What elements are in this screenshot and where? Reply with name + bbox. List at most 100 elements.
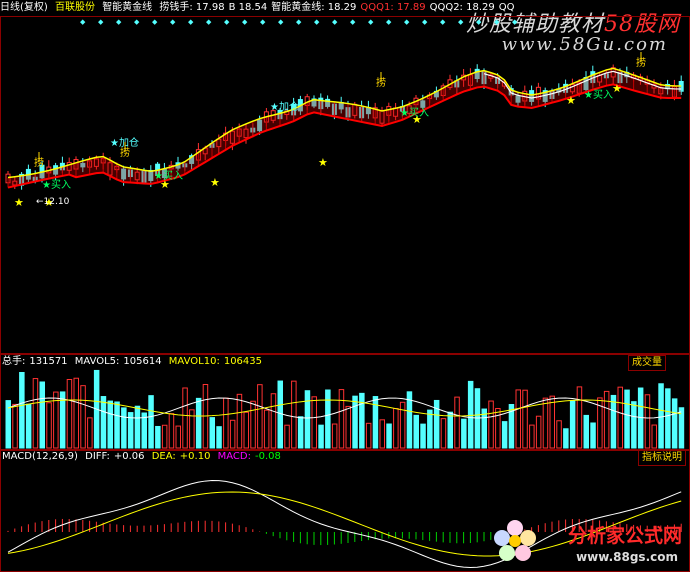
strip-dot-icon: ◆ (116, 18, 122, 26)
grab-signal: 捞 (34, 156, 44, 169)
volume-bar (345, 405, 351, 449)
strip-dot-icon: ◆ (224, 18, 230, 26)
volume-bar (569, 400, 576, 449)
stock-name: 百联股份 (55, 2, 95, 13)
volume-bar (393, 407, 399, 449)
header-item-0: 捞钱手: 17.98 (159, 2, 225, 13)
volume-bar (73, 377, 79, 449)
strip-dot-icon: ◆ (332, 18, 338, 26)
strip-dot-icon: ◆ (296, 18, 302, 26)
star-icon: ★ (14, 196, 24, 209)
volume-bar (32, 378, 39, 449)
volume-bar (243, 411, 249, 449)
volume-bar (195, 397, 202, 449)
grab-signal: 捞 (636, 56, 646, 69)
volume-bar (270, 393, 277, 449)
volume-bar (277, 380, 283, 449)
volume-bar (155, 425, 161, 449)
volume-bar (338, 389, 345, 449)
volume-bar (25, 403, 32, 449)
header-item-2: 智能黄金线: 18.29 (271, 2, 357, 13)
volume-bar (427, 409, 433, 449)
volume-bar (420, 423, 426, 449)
volume-bar (80, 385, 86, 449)
volume-bar (121, 407, 127, 449)
stock-chart-window: 日线(复权) 百联股份 智能黄金线 捞钱手: 17.98 B 18.54 智能黄金线… (0, 0, 690, 572)
star-icon: ★ (318, 156, 328, 169)
volume-bar (501, 421, 508, 449)
volume-bar (352, 395, 358, 449)
volume-bar (522, 389, 528, 449)
volume-bar (175, 425, 181, 449)
volume-bar (467, 380, 474, 449)
volume-bar (454, 396, 460, 449)
period-label[interactable]: 日线(复权) (0, 2, 48, 13)
volume-bar (495, 408, 501, 449)
trend-channel (8, 68, 682, 188)
strip-dot-icon: ◆ (422, 18, 428, 26)
volume-bar (413, 414, 419, 449)
volume-bar (168, 413, 175, 449)
buy-signal: ★买入 (154, 170, 183, 182)
volume-bar (631, 401, 637, 449)
volume-bar (216, 426, 222, 449)
volume-bar (257, 384, 263, 449)
volume-bar (39, 381, 45, 449)
volume-bar (583, 414, 589, 449)
flower-logo-icon (494, 520, 536, 561)
volume-bar (379, 419, 385, 449)
volume-bar (488, 400, 494, 449)
star-icon: ★ (210, 176, 220, 189)
volume-bar (325, 389, 331, 449)
volume-bar (617, 386, 623, 449)
watermark-fxj-url: www.88gs.com (576, 550, 678, 564)
header-item-1: B 18.54 (228, 2, 268, 13)
volume-bar (542, 397, 549, 449)
strip-dot-icon: ◆ (494, 18, 500, 26)
main-panel-border (0, 16, 690, 354)
strip-dot-icon: ◆ (206, 18, 212, 26)
volume-bar (461, 418, 467, 449)
volume-chart[interactable] (0, 354, 690, 450)
volume-bar (359, 392, 365, 449)
indicator-values: 捞钱手: 17.98 B 18.54 智能黄金线: 18.29 QQQ1: 17.89… (159, 2, 518, 13)
volume-bar (365, 422, 372, 449)
volume-bar (284, 424, 290, 449)
strip-dot-icon: ◆ (278, 18, 284, 26)
volume-bar (386, 423, 392, 449)
star-icon: ★ (612, 82, 622, 95)
volume-bar (658, 383, 664, 449)
watermark-fxj: 分析家公式网 (567, 525, 682, 547)
strip-dot-icon: ◆ (170, 18, 176, 26)
grab-signal: 捞 (376, 76, 386, 89)
volume-bar (644, 394, 651, 449)
volume-bar (297, 416, 304, 449)
strip-dot-icon: ◆ (260, 18, 266, 26)
strip-dot-icon: ◆ (98, 18, 104, 26)
volume-bar (100, 396, 107, 449)
strip-dot-icon: ◆ (188, 18, 194, 26)
volume-bar (134, 405, 141, 449)
strip-dot-icon: ◆ (458, 18, 464, 26)
strip-dot-icon: ◆ (80, 18, 86, 26)
strip-dot-icon: ◆ (350, 18, 356, 26)
volume-bar (603, 390, 610, 449)
volume-bar (318, 424, 324, 449)
volume-bar (440, 418, 447, 449)
volume-bar (535, 415, 542, 449)
volume-bar (556, 420, 562, 449)
volume-bar (250, 400, 256, 449)
buy-signal: ★买入 (400, 107, 429, 119)
volume-bar (651, 424, 657, 449)
volume-bar (12, 403, 18, 449)
volume-bar (624, 389, 630, 449)
buy-signal: ★买入 (584, 89, 613, 101)
volume-bar (311, 396, 317, 449)
price-chart[interactable]: ★ ★★ ★★★★★★买入★买入★买入★买入★加仓★加仓捞捞捞捞←12.10◆ ◆ ◆ ◆… (0, 16, 690, 354)
grab-signal: 捞 (120, 146, 130, 159)
volume-bar (665, 388, 671, 449)
volume-bar (66, 379, 73, 449)
volume-bar (447, 411, 453, 449)
volume-bar (107, 400, 113, 449)
volume-bar (236, 393, 243, 449)
